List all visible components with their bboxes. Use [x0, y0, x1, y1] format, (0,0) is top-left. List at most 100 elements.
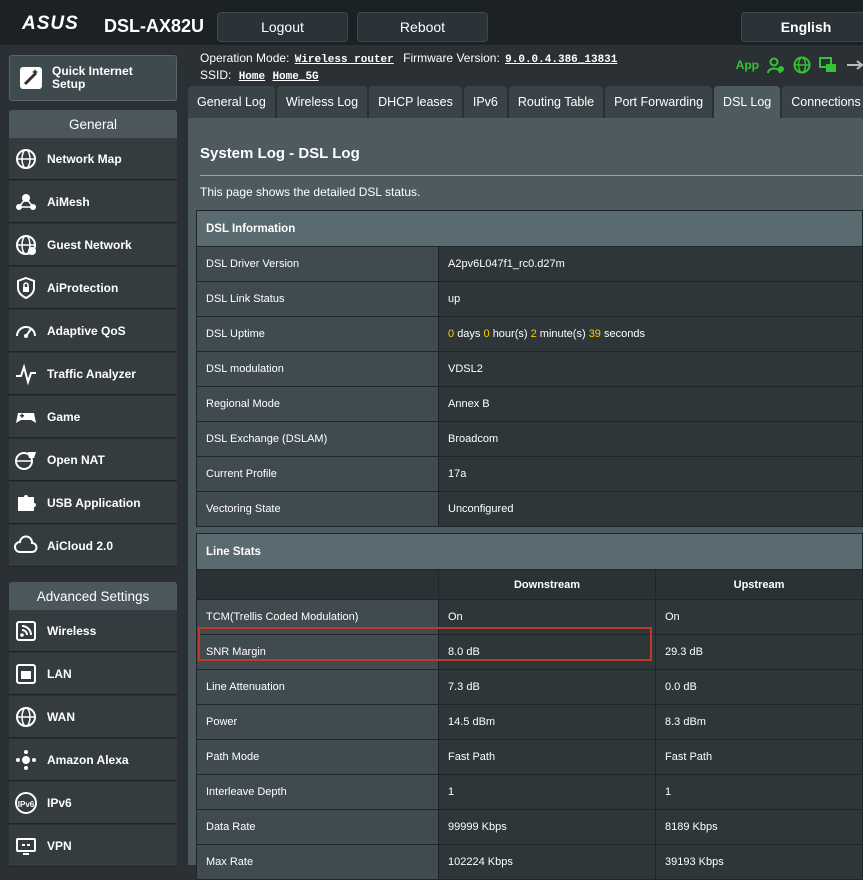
- menu-vpn[interactable]: VPN: [9, 825, 177, 867]
- row-label: Line Attenuation: [196, 669, 439, 705]
- menu-label: AiMesh: [47, 194, 90, 209]
- puzzle-icon: [13, 490, 39, 516]
- row-value: VDSL2: [438, 351, 863, 387]
- row-value: up: [438, 281, 863, 317]
- tab-routing-table[interactable]: Routing Table: [508, 86, 604, 118]
- row-label: Vectoring State: [196, 491, 439, 527]
- row-label: DSL Link Status: [196, 281, 439, 317]
- menu-label: Open NAT: [47, 452, 105, 467]
- table-row: Vectoring State Unconfigured: [196, 491, 863, 527]
- downstream-value: 99999 Kbps: [438, 809, 656, 845]
- tab-ipv6[interactable]: IPv6: [463, 86, 507, 118]
- menu-amazon-alexa[interactable]: Amazon Alexa: [9, 739, 177, 781]
- downstream-value: 8.0 dB: [438, 634, 656, 670]
- ssid-link-5g[interactable]: Home_5G: [272, 71, 318, 83]
- table-row: DSL Uptime 0 days 0 hour(s) 2 minute(s) …: [196, 316, 863, 352]
- downstream-value: 14.5 dBm: [438, 704, 656, 740]
- alexa-icon: [13, 747, 39, 773]
- firmware-link[interactable]: 9.0.0.4.386_13831: [505, 54, 617, 66]
- upstream-value: 29.3 dB: [655, 634, 863, 670]
- row-label: Power: [196, 704, 439, 740]
- empty-header: [196, 569, 439, 600]
- operation-mode-link[interactable]: Wireless router: [295, 54, 394, 66]
- menu-game[interactable]: Game: [9, 396, 177, 438]
- menu-aimesh[interactable]: AiMesh: [9, 181, 177, 223]
- menu-wireless[interactable]: Wireless: [9, 610, 177, 652]
- row-value: Broadcom: [438, 421, 863, 457]
- log-tabs: General Log Wireless Log DHCP leases IPv…: [188, 86, 863, 118]
- row-label: Data Rate: [196, 809, 439, 845]
- tab-wireless-log[interactable]: Wireless Log: [276, 86, 368, 118]
- gamepad-icon: [13, 404, 39, 430]
- row-label: DSL Exchange (DSLAM): [196, 421, 439, 457]
- tab-connections[interactable]: Connections: [782, 86, 863, 118]
- usb-icon[interactable]: [845, 56, 863, 74]
- qis-label: Quick Internet Setup: [52, 64, 133, 91]
- devices-icon[interactable]: [819, 56, 837, 74]
- globe-network-icon: [13, 146, 39, 172]
- dsl-information-table: DSL Information DSL Driver Version A2pv6L…: [196, 210, 863, 527]
- downstream-value: On: [438, 599, 656, 635]
- menu-usb-application[interactable]: USB Application: [9, 482, 177, 524]
- menu-network-map[interactable]: Network Map: [9, 138, 177, 180]
- main-content: System Log - DSL Log This page shows the…: [188, 118, 863, 880]
- menu-label: Game: [47, 409, 81, 424]
- table-row: DSL Driver Version A2pv6L047f1_rc0.d27m: [196, 246, 863, 282]
- menu-label: AiCloud 2.0: [47, 538, 114, 553]
- menu-label: Amazon Alexa: [47, 752, 129, 767]
- table-row: DSL Link Status up: [196, 281, 863, 317]
- line-stats-heading: Line Stats: [196, 533, 863, 570]
- menu-aicloud[interactable]: AiCloud 2.0: [9, 525, 177, 567]
- globe-icon[interactable]: [793, 56, 811, 74]
- status-icons: App: [736, 56, 863, 74]
- menu-adaptive-qos[interactable]: Adaptive QoS: [9, 310, 177, 352]
- general-menu-heading: General: [9, 110, 177, 138]
- tab-dhcp-leases[interactable]: DHCP leases: [369, 86, 462, 118]
- users-icon[interactable]: [767, 56, 785, 74]
- row-value: Annex B: [438, 386, 863, 422]
- table-row: Path Mode Fast Path Fast Path: [196, 739, 863, 775]
- menu-label: Guest Network: [47, 237, 132, 252]
- uptime-value: 0 days 0 hour(s) 2 minute(s) 39 seconds: [438, 316, 863, 352]
- menu-ipv6[interactable]: IPv6 IPv6: [9, 782, 177, 824]
- menu-lan[interactable]: LAN: [9, 653, 177, 695]
- menu-label: LAN: [47, 666, 72, 681]
- downstream-header: Downstream: [438, 569, 656, 600]
- cloud-icon: [13, 533, 39, 559]
- table-row: DSL Exchange (DSLAM) Broadcom: [196, 421, 863, 457]
- menu-aiprotection[interactable]: AiProtection: [9, 267, 177, 309]
- menu-guest-network[interactable]: Guest Network: [9, 224, 177, 266]
- open-nat-icon: [13, 447, 39, 473]
- tab-general-log[interactable]: General Log: [188, 86, 275, 118]
- column-header-row: Downstream Upstream: [196, 569, 863, 600]
- menu-wan[interactable]: WAN: [9, 696, 177, 738]
- asus-logo: ASUS: [22, 13, 78, 33]
- menu-traffic-analyzer[interactable]: Traffic Analyzer: [9, 353, 177, 395]
- row-label: Max Rate: [196, 844, 439, 880]
- ssid-link-2g[interactable]: Home: [239, 71, 265, 83]
- table-row: DSL modulation VDSL2: [196, 351, 863, 387]
- ssid-line: SSID: Home Home_5G: [200, 68, 319, 83]
- menu-label: IPv6: [47, 795, 72, 810]
- wan-globe-icon: [13, 704, 39, 730]
- wand-icon: [20, 67, 42, 89]
- logout-button[interactable]: Logout: [217, 12, 348, 42]
- language-selector[interactable]: English: [741, 12, 863, 42]
- quick-internet-setup-button[interactable]: Quick Internet Setup: [9, 55, 177, 101]
- row-label: Interleave Depth: [196, 774, 439, 810]
- menu-label: AiProtection: [47, 280, 119, 295]
- row-value: A2pv6L047f1_rc0.d27m: [438, 246, 863, 282]
- table-row: Max Rate 102224 Kbps 39193 Kbps: [196, 844, 863, 880]
- menu-label: Adaptive QoS: [47, 323, 126, 338]
- row-label: Regional Mode: [196, 386, 439, 422]
- app-link[interactable]: App: [736, 58, 759, 72]
- menu-label: Traffic Analyzer: [47, 366, 136, 381]
- shield-lock-icon: [13, 275, 39, 301]
- reboot-button[interactable]: Reboot: [357, 12, 488, 42]
- menu-open-nat[interactable]: Open NAT: [9, 439, 177, 481]
- dsl-information-heading: DSL Information: [196, 210, 863, 247]
- tab-dsl-log[interactable]: DSL Log: [714, 86, 781, 118]
- tab-port-forwarding[interactable]: Port Forwarding: [605, 86, 713, 118]
- upstream-value: 0.0 dB: [655, 669, 863, 705]
- table-row: Data Rate 99999 Kbps 8189 Kbps: [196, 809, 863, 845]
